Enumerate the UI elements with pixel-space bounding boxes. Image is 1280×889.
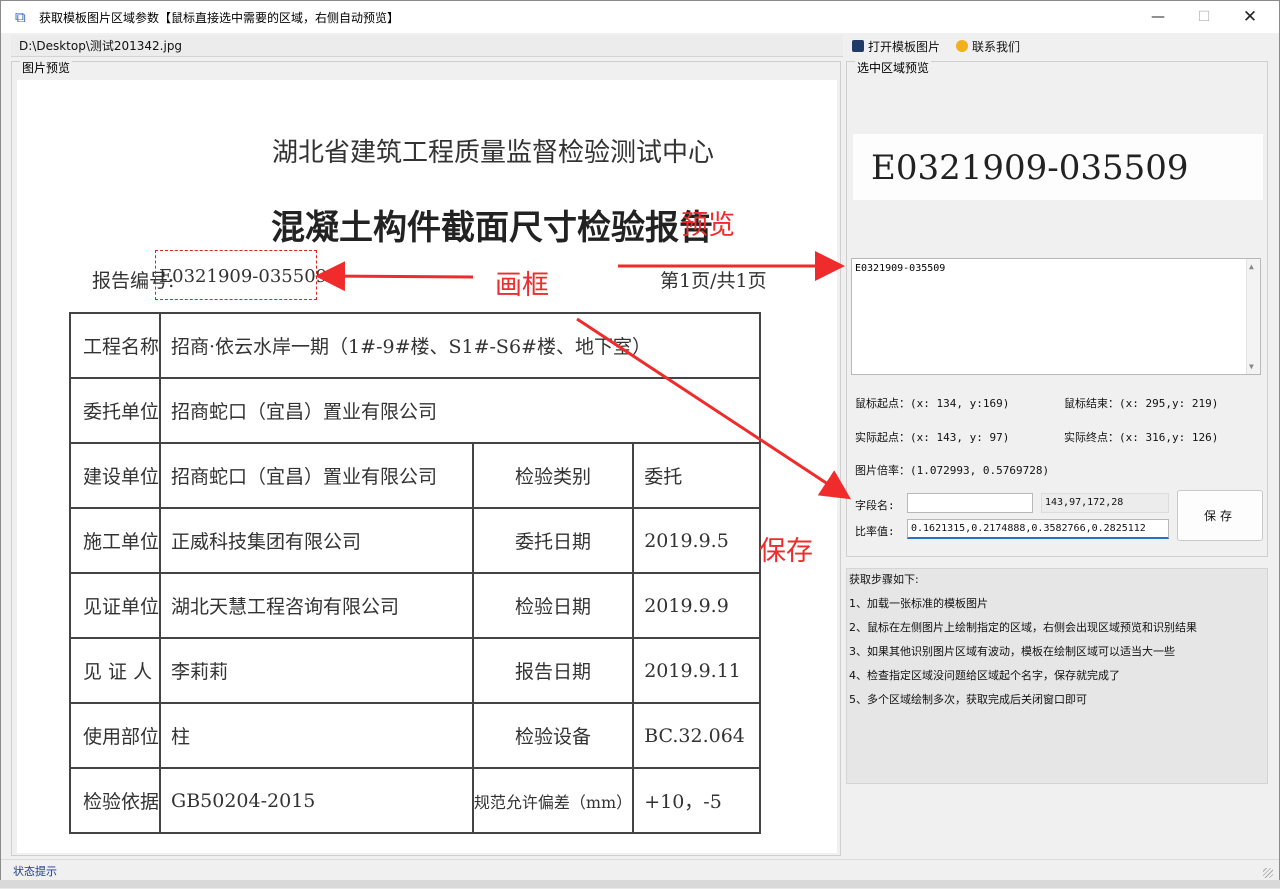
open-template-button[interactable]: 打开模板图片	[852, 38, 940, 55]
image-preview-panel: 图片预览 湖北省建筑工程质量监督检验测试中心 混凝土构件截面尺寸检验报告 报告编…	[11, 59, 841, 856]
table-row: 见证单位 湖北天慧工程咨询有限公司 检验日期 2019.9.9	[68, 572, 761, 639]
frame-annotation: 画框	[495, 270, 549, 301]
image-preview-label: 图片预览	[20, 59, 73, 76]
row-label: 见 证 人	[68, 637, 162, 704]
table-row: 施工单位 正威科技集团有限公司 委托日期 2019.9.5	[68, 507, 761, 574]
row-label-2: 委托日期	[471, 507, 635, 574]
image-scale-readout: 图片倍率：(1.072993, 0.5769728)	[855, 464, 1050, 477]
maximize-button[interactable]: ☐	[1181, 1, 1227, 33]
table-row: 工程名称 招商·依云水岸一期（1#-9#楼、S1#-S6#楼、地下室）	[68, 312, 761, 379]
desktop-strip	[0, 880, 1280, 888]
template-image-canvas[interactable]: 湖北省建筑工程质量监督检验测试中心 混凝土构件截面尺寸检验报告 报告编号: E0…	[17, 80, 837, 853]
selection-preview-panel: 选中区域预览 E0321909-035509 E0321909-035509 ▲…	[846, 59, 1268, 557]
row-value: 湖北天慧工程咨询有限公司	[159, 572, 474, 639]
ratio-label: 比率值:	[855, 525, 895, 538]
row-label-2: 规范允许偏差（mm）	[471, 767, 635, 834]
row-value: 李莉莉	[159, 637, 474, 704]
step-item: 3、如果其他识别图片区域有波动，模板在绘制区域可以适当大一些	[849, 645, 1175, 658]
row-label-2: 检验类别	[471, 442, 635, 509]
step-item: 5、多个区域绘制多次，获取完成后关闭窗口即可	[849, 693, 1087, 706]
table-row: 检验依据 GB50204-2015 规范允许偏差（mm） +10，-5	[68, 767, 761, 834]
selection-rectangle[interactable]	[155, 250, 317, 300]
row-value: 招商蛇口（宜昌）置业有限公司	[159, 442, 474, 509]
mouse-start-readout: 鼠标起点：(x: 134, y:169)	[855, 397, 1010, 410]
doc-page-number: 第1页/共1页	[660, 270, 767, 292]
window-title: 获取模板图片区域参数【鼠标直接选中需要的区域，右侧自动预览】	[39, 10, 400, 25]
row-value-2: BC.32.064	[632, 702, 761, 769]
doc-title: 混凝土构件截面尺寸检验报告	[271, 208, 713, 248]
save-button[interactable]: 保存	[1177, 490, 1263, 541]
steps-title: 获取步骤如下:	[849, 573, 919, 586]
scroll-down-arrow-icon[interactable]: ▼	[1249, 362, 1254, 371]
field-name-label: 字段名:	[855, 499, 895, 512]
row-label: 施工单位	[68, 507, 162, 574]
preview-annotation: 预览	[681, 210, 735, 241]
save-annotation: 保存	[759, 536, 813, 567]
app-window: ⧉ 获取模板图片区域参数【鼠标直接选中需要的区域，右侧自动预览】 — ☐ ✕ D…	[0, 0, 1280, 888]
qq-penguin-icon	[956, 40, 969, 52]
doc-organization: 湖北省建筑工程质量监督检验测试中心	[272, 138, 715, 168]
table-row: 建设单位 招商蛇口（宜昌）置业有限公司 检验类别 委托	[68, 442, 761, 509]
title-bar: ⧉ 获取模板图片区域参数【鼠标直接选中需要的区域，右侧自动预览】 — ☐ ✕	[1, 1, 1279, 33]
minimize-button[interactable]: —	[1135, 1, 1181, 33]
row-value: 正威科技集团有限公司	[159, 507, 474, 574]
instructions-panel: 获取步骤如下: 1、加载一张标准的模板图片 2、鼠标在左侧图片上绘制指定的区域，…	[846, 568, 1268, 784]
file-path: D:\Desktop\测试201342.jpg	[11, 35, 843, 57]
table-row: 见 证 人 李莉莉 报告日期 2019.9.11	[68, 637, 761, 704]
open-template-label: 打开模板图片	[868, 39, 941, 54]
contact-us-label: 联系我们	[972, 39, 1021, 54]
row-value-2: 2019.9.5	[632, 507, 761, 574]
row-value-2: 委托	[632, 442, 761, 509]
row-label: 检验依据	[68, 767, 162, 834]
close-button[interactable]: ✕	[1227, 1, 1273, 33]
row-label-2: 报告日期	[471, 637, 635, 704]
row-label-2: 检验日期	[471, 572, 635, 639]
table-row: 使用部位 柱 检验设备 BC.32.064	[68, 702, 761, 769]
crop-icon: ⧉	[15, 8, 26, 26]
mouse-end-readout: 鼠标结束：(x: 295,y: 219)	[1064, 397, 1219, 410]
result-scrollbar[interactable]: ▲ ▼	[1246, 259, 1260, 374]
status-bar: 状态提示	[1, 859, 1279, 881]
field-name-input[interactable]	[907, 493, 1033, 513]
step-item: 1、加载一张标准的模板图片	[849, 597, 988, 610]
row-value: GB50204-2015	[159, 767, 474, 834]
table-row: 委托单位 招商蛇口（宜昌）置业有限公司	[68, 377, 761, 444]
row-label: 见证单位	[68, 572, 162, 639]
row-value: 招商·依云水岸一期（1#-9#楼、S1#-S6#楼、地下室）	[159, 312, 761, 379]
scroll-up-arrow-icon[interactable]: ▲	[1249, 262, 1254, 271]
report-table: 工程名称 招商·依云水岸一期（1#-9#楼、S1#-S6#楼、地下室） 委托单位…	[68, 312, 761, 834]
selected-region-text: E0321909-035509	[871, 148, 1189, 188]
selection-preview-label: 选中区域预览	[855, 59, 932, 76]
open-image-icon	[852, 40, 864, 52]
row-value: 柱	[159, 702, 474, 769]
ocr-result-textarea[interactable]: E0321909-035509 ▲ ▼	[851, 258, 1261, 375]
row-label: 使用部位	[68, 702, 162, 769]
status-text: 状态提示	[13, 865, 57, 878]
ocr-result-text: E0321909-035509	[855, 263, 946, 274]
row-label: 委托单位	[68, 377, 162, 444]
row-label: 工程名称	[68, 312, 162, 379]
row-label-2: 检验设备	[471, 702, 635, 769]
coords-field: 143,97,172,28	[1041, 493, 1169, 513]
row-value-2: 2019.9.11	[632, 637, 761, 704]
row-value-2: +10，-5	[632, 767, 761, 834]
resize-grip-icon[interactable]	[1263, 868, 1273, 878]
step-item: 4、检查指定区域没问题给区域起个名字，保存就完成了	[849, 669, 1120, 682]
actual-start-readout: 实际起点：(x: 143, y: 97)	[855, 431, 1010, 444]
contact-us-button[interactable]: 联系我们	[956, 38, 1020, 55]
toolbar: 打开模板图片 联系我们	[846, 35, 1271, 57]
row-value: 招商蛇口（宜昌）置业有限公司	[159, 377, 761, 444]
row-value-2: 2019.9.9	[632, 572, 761, 639]
row-label: 建设单位	[68, 442, 162, 509]
step-item: 2、鼠标在左侧图片上绘制指定的区域，右侧会出现区域预览和识别结果	[849, 621, 1197, 634]
selected-region-image: E0321909-035509	[853, 134, 1263, 200]
actual-end-readout: 实际终点：(x: 316,y: 126)	[1064, 431, 1219, 444]
ratio-input[interactable]: 0.1621315,0.2174888,0.3582766,0.2825112	[907, 519, 1169, 539]
